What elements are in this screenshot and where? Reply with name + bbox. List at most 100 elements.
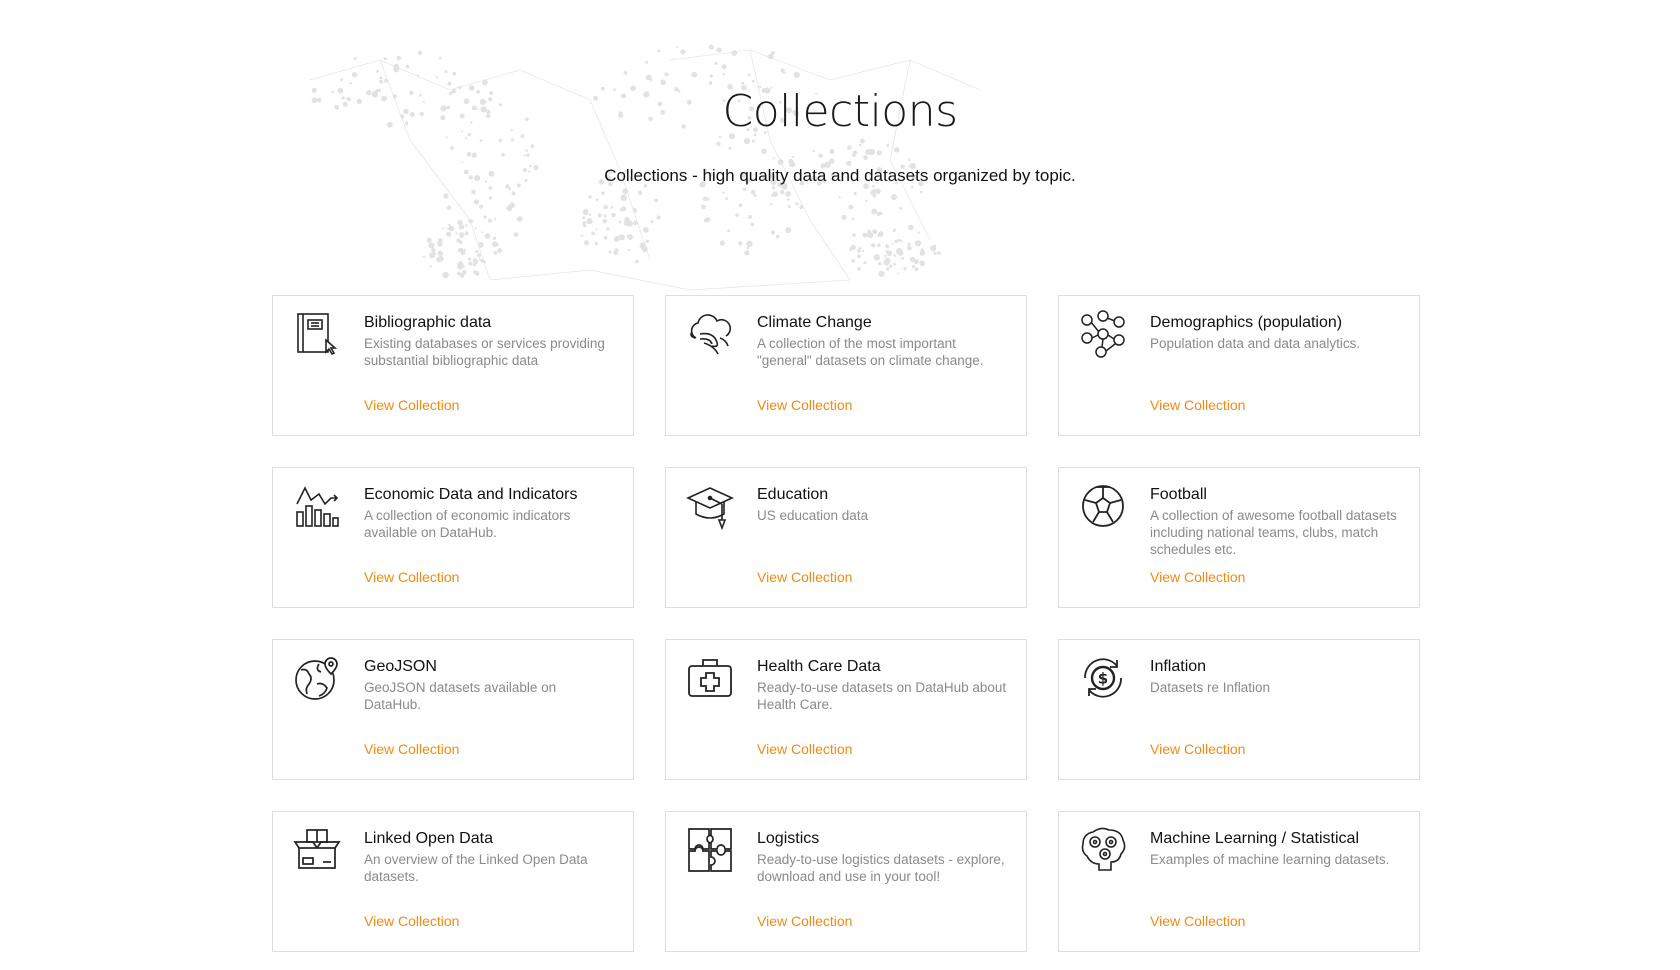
card-title: Bibliographic data	[364, 314, 492, 331]
map-dot	[606, 227, 610, 231]
map-dot	[479, 204, 484, 209]
collection-card-logistics[interactable]: Logistics Ready-to-use logistics dataset…	[665, 811, 1027, 952]
collection-card-health-care[interactable]: Health Care Data Ready-to-use datasets o…	[665, 639, 1027, 780]
map-dot	[753, 194, 757, 197]
map-dot	[488, 186, 493, 190]
map-dot	[632, 207, 638, 213]
collection-card-machine-learning[interactable]: Machine Learning / Statistical Examples …	[1058, 811, 1420, 952]
view-collection-link[interactable]: View Collection	[1150, 569, 1245, 585]
map-dot	[405, 64, 410, 69]
map-dot	[620, 194, 627, 202]
map-dot	[875, 188, 881, 195]
map-dot	[422, 255, 426, 259]
map-dot	[791, 155, 794, 159]
map-dot	[934, 244, 937, 247]
map-dot	[894, 147, 900, 153]
medical-kit-icon	[686, 654, 734, 702]
map-dot	[459, 247, 464, 252]
map-dot	[435, 76, 438, 79]
map-dot	[431, 248, 436, 253]
collection-card-economic[interactable]: Economic Data and Indicators A collectio…	[272, 467, 634, 608]
map-dot	[871, 208, 878, 215]
map-dot	[501, 152, 505, 157]
view-collection-link[interactable]: View Collection	[757, 913, 852, 929]
view-collection-link[interactable]: View Collection	[364, 741, 459, 757]
map-dot	[444, 70, 448, 74]
map-dot	[767, 53, 774, 60]
view-collection-link[interactable]: View Collection	[1150, 913, 1245, 929]
collection-card-climate-change[interactable]: Climate Change A collection of the most …	[665, 295, 1027, 436]
map-dot	[891, 242, 894, 245]
map-dot	[908, 224, 914, 231]
map-dot	[785, 191, 791, 197]
map-dot	[889, 264, 893, 268]
map-dot	[627, 234, 633, 240]
map-dot	[613, 236, 620, 242]
card-description: Ready-to-use logistics datasets - explor…	[757, 852, 1005, 884]
map-dot	[459, 234, 463, 239]
map-dot	[769, 203, 773, 206]
map-dot	[780, 68, 785, 73]
map-dot	[626, 220, 633, 227]
view-collection-link[interactable]: View Collection	[364, 913, 459, 929]
map-dot	[911, 185, 914, 189]
page-title: Collections	[722, 86, 958, 137]
map-dot	[738, 241, 743, 246]
collection-card-geojson[interactable]: GeoJSON GeoJSON datasets available on Da…	[272, 639, 634, 780]
map-dot	[877, 232, 881, 237]
map-dot	[478, 241, 484, 248]
map-dot	[458, 240, 463, 245]
card-title: Education	[757, 486, 829, 503]
map-dot	[841, 214, 847, 220]
map-dot	[772, 157, 775, 160]
map-dot	[436, 256, 442, 263]
map-dot	[633, 220, 638, 226]
map-dot	[886, 250, 893, 257]
map-dot	[716, 47, 722, 53]
collection-card-linked-open-data[interactable]: Linked Open Data An overview of the Link…	[272, 811, 634, 952]
collection-card-inflation[interactable]: $ Inflation Datasets re Inflation View C…	[1058, 639, 1420, 780]
view-collection-link[interactable]: View Collection	[364, 569, 459, 585]
map-dot	[788, 158, 794, 164]
map-dot	[466, 152, 472, 157]
map-dot	[476, 253, 482, 258]
collection-card-demographics[interactable]: Demographics (population) Population dat…	[1058, 295, 1420, 436]
collection-card-education[interactable]: Education US education data View Collect…	[665, 467, 1027, 608]
view-collection-link[interactable]: View Collection	[1150, 397, 1245, 413]
view-collection-link[interactable]: View Collection	[757, 397, 852, 413]
view-collection-link[interactable]: View Collection	[364, 397, 459, 413]
map-dot	[708, 44, 714, 50]
card-title: Football	[1150, 486, 1207, 503]
map-dot	[588, 195, 592, 199]
brain-gears-icon	[1079, 826, 1127, 874]
globe-pin-icon	[293, 654, 341, 702]
map-dot	[416, 74, 419, 77]
map-dot	[471, 152, 477, 158]
map-dot	[493, 250, 498, 255]
map-dot	[742, 187, 747, 192]
view-collection-link[interactable]: View Collection	[757, 741, 852, 757]
collections-grid: Bibliographic data Existing databases or…	[272, 295, 1420, 952]
map-dot	[384, 78, 389, 83]
map-dot	[608, 250, 612, 254]
view-collection-link[interactable]: View Collection	[757, 569, 852, 585]
map-dot	[876, 211, 881, 217]
map-dot	[645, 61, 649, 64]
map-dot	[595, 228, 598, 231]
card-description: Examples of machine learning datasets.	[1150, 852, 1390, 867]
card-title: Climate Change	[757, 314, 872, 331]
map-dot	[446, 227, 450, 230]
map-dot	[746, 246, 750, 250]
map-dot	[601, 191, 605, 195]
map-dot	[722, 191, 725, 194]
map-dot	[884, 254, 887, 258]
map-dot	[610, 206, 614, 209]
collection-card-football[interactable]: Football A collection of awesome footbal…	[1058, 467, 1420, 608]
collection-card-bibliographic[interactable]: Bibliographic data Existing databases or…	[272, 295, 634, 436]
map-dot	[506, 205, 513, 212]
map-dot	[719, 240, 725, 246]
view-collection-link[interactable]: View Collection	[1150, 741, 1245, 757]
map-dot	[761, 148, 767, 154]
map-dot	[722, 73, 725, 76]
map-dot	[656, 215, 661, 220]
